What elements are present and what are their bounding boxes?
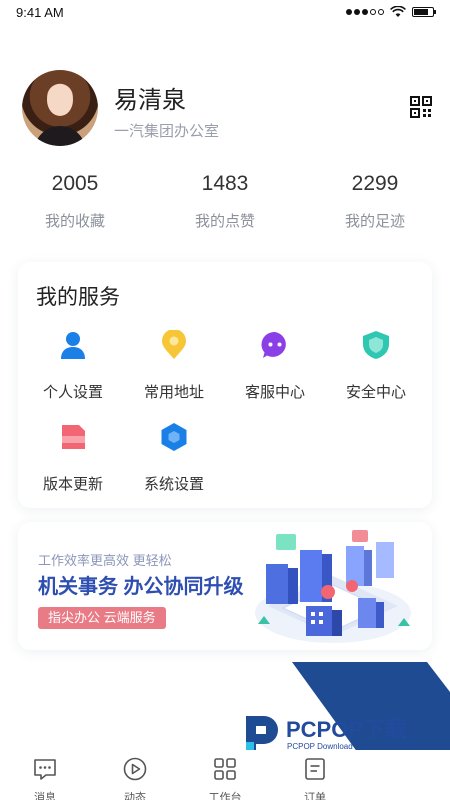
stat-label: 我的足迹 — [344, 213, 405, 230]
service-security-center[interactable]: 安全中心 — [331, 330, 421, 410]
stat-value: 2005 — [51, 172, 99, 195]
avatar[interactable] — [22, 70, 98, 146]
chat-icon — [261, 331, 286, 358]
stat-value: 2299 — [351, 172, 399, 195]
tab-label: 订单 — [304, 792, 326, 800]
qr-code-icon[interactable] — [410, 96, 432, 118]
service-label: 客服中心 — [244, 384, 305, 401]
service-label: 版本更新 — [42, 476, 103, 493]
tab-messages[interactable]: 消息 — [0, 750, 90, 800]
service-label: 个人设置 — [42, 384, 103, 401]
stat-footprints[interactable]: 2299 我的足迹 — [300, 172, 450, 231]
watermark-text: PCPOP下载 — [286, 717, 408, 742]
tab-feed[interactable]: 动态 — [90, 750, 180, 800]
tab-orders[interactable]: 订单 — [270, 750, 360, 800]
service-label: 安全中心 — [345, 384, 406, 401]
services-title: 我的服务 — [36, 286, 120, 309]
signal-icon — [346, 9, 384, 15]
profile-organization: 一汽集团办公室 — [114, 123, 220, 140]
location-icon — [162, 329, 186, 359]
bottom-tabbar: 消息 动态 工作台 订单 我 — [0, 750, 450, 800]
user-icon — [61, 332, 85, 359]
banner-subtitle: 工作效率更高效 更轻松 — [38, 553, 172, 568]
status-indicators — [346, 6, 436, 18]
message-icon — [34, 759, 56, 780]
tab-label: 工作台 — [208, 792, 242, 800]
profile-header: 易清泉 一汽集团办公室 — [22, 70, 432, 150]
stat-value: 1483 — [201, 172, 249, 195]
stats-row: 2005 我的收藏 1483 我的点赞 2299 我的足迹 — [0, 172, 450, 231]
grid-icon — [214, 758, 236, 780]
service-label: 常用地址 — [143, 384, 204, 401]
service-personal-settings[interactable]: 个人设置 — [28, 330, 118, 410]
service-frequent-address[interactable]: 常用地址 — [129, 329, 219, 410]
promo-banner[interactable]: 工作效率更高效 更轻松 机关事务 办公协同升级 指尖办公 云端服务 — [18, 522, 432, 650]
stat-favorites[interactable]: 2005 我的收藏 — [0, 172, 150, 231]
stat-label: 我的点赞 — [194, 213, 255, 230]
wifi-icon — [390, 6, 406, 17]
play-icon — [123, 757, 147, 781]
stat-label: 我的收藏 — [44, 213, 105, 230]
banner-tag: 指尖办公 云端服务 — [38, 607, 166, 629]
tab-label: 我 — [360, 789, 450, 800]
sim-card-icon — [62, 425, 85, 449]
tab-label: 消息 — [34, 792, 56, 800]
status-bar: 9:41 AM — [0, 0, 450, 24]
service-customer-center[interactable]: 客服中心 — [230, 330, 320, 410]
service-system-settings[interactable]: 系统设置 — [129, 422, 219, 502]
hexagon-settings-icon — [161, 423, 187, 451]
services-card: 我的服务 个人设置 常用地址 客服中心 安全中心 版本更新 系统设置 — [18, 262, 432, 508]
profile-icon — [392, 756, 418, 782]
service-label: 系统设置 — [143, 476, 204, 493]
profile-name: 易清泉 — [114, 87, 186, 114]
tab-workbench[interactable]: 工作台 — [180, 750, 270, 800]
stat-likes[interactable]: 1483 我的点赞 — [150, 172, 300, 231]
battery-icon — [412, 7, 436, 17]
shield-icon — [363, 331, 389, 359]
service-version-update[interactable]: 版本更新 — [28, 422, 118, 502]
status-time: 9:41 AM — [16, 4, 64, 20]
order-icon — [305, 758, 325, 780]
city-illustration — [255, 530, 411, 643]
banner-title: 机关事务 办公协同升级 — [38, 576, 244, 598]
tab-label: 动态 — [124, 792, 146, 800]
